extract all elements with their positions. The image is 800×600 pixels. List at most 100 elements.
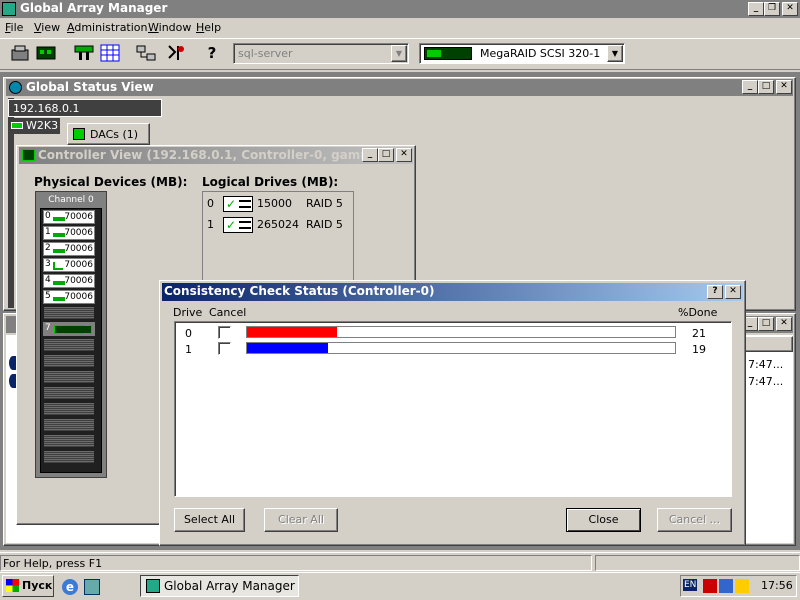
drive-status-icon (53, 281, 65, 285)
status-panel (595, 555, 800, 571)
chevron-down-icon[interactable]: ▼ (391, 45, 407, 62)
quick-launch-icon[interactable] (84, 579, 100, 595)
close-button[interactable]: ✕ (776, 80, 792, 94)
grid-icon[interactable] (98, 42, 122, 64)
controller-select-value: MegaRAID SCSI 320-1 (480, 47, 601, 60)
minimize-button[interactable]: _ (362, 148, 378, 162)
select-all-button[interactable]: Select All (174, 508, 245, 532)
controller-view-title: Controller View (192.168.0.1, Controller… (38, 148, 394, 162)
scan-icon[interactable] (8, 42, 32, 64)
tools-icon[interactable] (164, 42, 188, 64)
tray-icon[interactable] (735, 579, 749, 593)
menu-view[interactable]: View (34, 21, 60, 34)
menu-help[interactable]: Help (196, 21, 221, 34)
physical-drive-slot[interactable]: 3 70006 (43, 258, 95, 272)
row-drive: 1 (185, 343, 192, 356)
task-label: Global Array Manager (164, 579, 295, 593)
close-button[interactable]: ✕ (776, 317, 792, 331)
menu-file[interactable]: File (5, 21, 23, 34)
row-drive: 0 (185, 327, 192, 340)
minimize-button[interactable]: _ (742, 80, 758, 94)
system-tray: EN 17:56 (680, 575, 797, 597)
logical-drive-icon[interactable] (72, 42, 96, 64)
chevron-down-icon[interactable]: ▼ (607, 45, 623, 62)
clear-all-button[interactable]: Clear All (264, 508, 338, 532)
global-status-title: Global Status View (26, 80, 154, 94)
menu-administration[interactable]: Administration (67, 21, 148, 34)
start-label: Пуск (22, 579, 53, 592)
cancel-checkbox[interactable] (218, 326, 231, 339)
close-button[interactable]: ✕ (782, 2, 798, 16)
logical-drive-row[interactable]: 0 ✓ 15000 RAID 5 (205, 196, 353, 214)
maximize-button[interactable]: □ (378, 148, 394, 162)
empty-slot (43, 402, 95, 416)
empty-slot (43, 418, 95, 432)
tray-icon[interactable] (703, 579, 717, 593)
drive-status-icon (53, 233, 65, 237)
dialog-title: Consistency Check Status (Controller-0) (164, 284, 435, 298)
task-global-array-manager[interactable]: Global Array Manager (140, 575, 299, 597)
controller-select[interactable]: MegaRAID SCSI 320-1 ▼ (419, 43, 625, 64)
row-done: 19 (692, 343, 706, 356)
controller-chip-icon (424, 47, 472, 60)
drive-rebuild-icon (53, 262, 63, 270)
menu-window[interactable]: Window (148, 21, 191, 34)
maximize-button[interactable]: □ (758, 80, 774, 94)
network-icon[interactable] (134, 42, 158, 64)
close-button[interactable]: ✕ (396, 148, 412, 162)
help-button[interactable]: ? (707, 285, 723, 299)
physical-drive-slot[interactable]: 1 70006 (43, 226, 95, 240)
controller-icon[interactable] (34, 42, 58, 64)
global-status-title-bar: Global Status View _ □ ✕ (6, 79, 793, 96)
tray-icon[interactable] (719, 579, 733, 593)
restore-button[interactable]: ❐ (764, 2, 780, 16)
empty-slot (43, 386, 95, 400)
app-icon (2, 2, 16, 16)
server-ip-row[interactable]: 192.168.0.1 (8, 99, 162, 117)
progress-bar (246, 342, 676, 354)
empty-slot (43, 370, 95, 384)
app-title: Global Array Manager (20, 1, 168, 15)
cancel-button[interactable]: Cancel ... (657, 508, 732, 532)
check-icon: ✓ (223, 217, 253, 233)
empty-slot (43, 354, 95, 368)
logical-drive-row[interactable]: 1 ✓ 265024 RAID 5 (205, 217, 353, 235)
menu-bar: File View Administration Window Help (0, 19, 800, 37)
maximize-button[interactable]: □ (758, 317, 774, 331)
status-text-panel: For Help, press F1 (0, 555, 592, 571)
empty-slot (43, 338, 95, 352)
controller-chip-icon (54, 325, 92, 334)
start-button[interactable]: Пуск (2, 575, 54, 597)
log-time: 7:47... (748, 358, 784, 371)
cancel-checkbox[interactable] (218, 342, 231, 355)
progress-fill (247, 343, 329, 353)
close-button[interactable]: ✕ (725, 285, 741, 299)
close-dialog-button[interactable]: Close (566, 508, 641, 532)
tab-dacs[interactable]: DACs (1) (67, 123, 150, 145)
empty-slot (43, 450, 95, 464)
progress-fill (247, 327, 337, 337)
empty-slot (43, 434, 95, 448)
language-indicator[interactable]: EN (683, 579, 698, 591)
tab-dacs-label: DACs (1) (90, 128, 139, 141)
server-select[interactable]: sql-server ▼ (233, 43, 409, 64)
slot-stack: 0 70006 1 70006 2 70006 3 70006 4 70006 5 7000… (39, 208, 103, 476)
physical-drive-slot[interactable]: 0 70006 (43, 210, 95, 224)
physical-drive-slot[interactable]: 2 70006 (43, 242, 95, 256)
ie-icon[interactable]: e (62, 579, 78, 595)
host-row[interactable]: W2K3 (8, 118, 60, 134)
minimize-button[interactable]: _ (748, 2, 764, 16)
controller-slot[interactable]: 7 (43, 322, 95, 336)
help-icon[interactable]: ? (200, 42, 224, 64)
logical-drives-label: Logical Drives (MB): (202, 175, 339, 189)
log-time: 7:47... (748, 375, 784, 388)
row-done: 21 (692, 327, 706, 340)
windows-logo-icon (6, 579, 19, 592)
channel-label: Channel 0 (48, 195, 94, 205)
physical-drive-slot[interactable]: 4 70006 (43, 274, 95, 288)
physical-drive-slot[interactable]: 5 70006 (43, 290, 95, 304)
logical-drives-panel: 0 ✓ 15000 RAID 5 1 ✓ 265024 RAID 5 (202, 191, 354, 291)
physical-devices-label: Physical Devices (MB): (34, 175, 188, 189)
dac-icon (73, 128, 85, 140)
globe-icon (9, 81, 22, 94)
